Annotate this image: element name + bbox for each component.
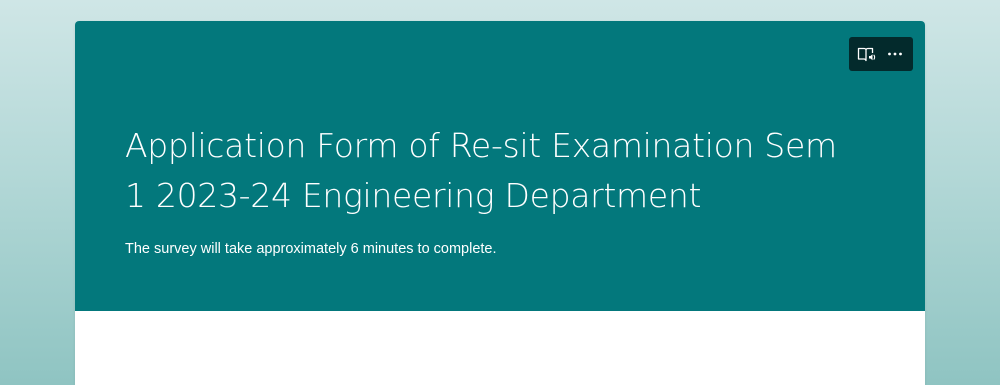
form-title: Application Form of Re-sit Examination S… <box>125 126 837 215</box>
form-header: Application Form of Re-sit Examination S… <box>75 21 925 311</box>
form-card: Application Form of Re-sit Examination S… <box>75 21 925 385</box>
form-toolbar <box>849 37 913 71</box>
more-options-button[interactable] <box>882 41 908 67</box>
form-description: The survey will take approximately 6 min… <box>125 241 497 257</box>
immersive-reader-icon <box>857 47 876 62</box>
more-options-icon <box>888 52 902 56</box>
immersive-reader-button[interactable] <box>854 41 880 67</box>
